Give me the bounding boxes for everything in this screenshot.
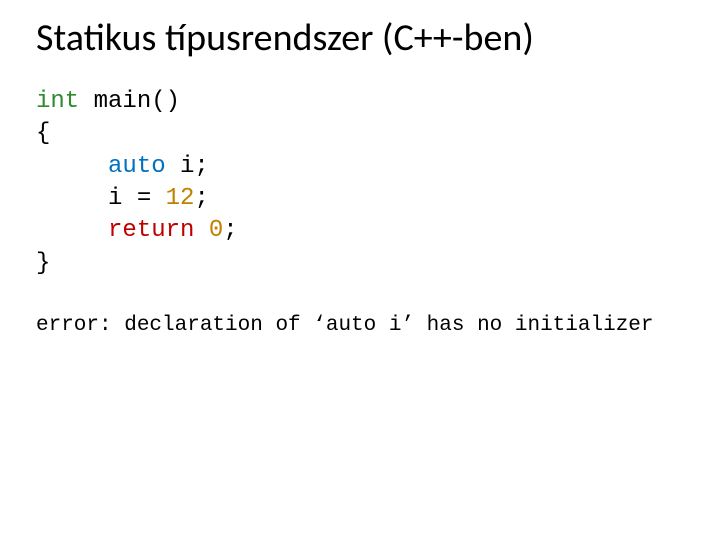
indent (36, 185, 108, 212)
semicolon: ; (223, 217, 237, 244)
main-signature: main() (79, 88, 180, 115)
decl-rest: i; (166, 153, 209, 180)
assign: i = (108, 185, 166, 212)
number-0: 0 (209, 217, 223, 244)
error-message: error: declaration of ‘auto i’ has no in… (36, 314, 692, 337)
slide: Statikus típusrendszer (C++-ben) int mai… (0, 0, 720, 540)
keyword-int: int (36, 88, 79, 115)
brace-open: { (36, 120, 50, 147)
semicolon: ; (194, 185, 208, 212)
code-block: int main() { auto i; i = 12; return 0; } (36, 86, 692, 280)
indent (36, 217, 108, 244)
number-12: 12 (166, 185, 195, 212)
space (194, 217, 208, 244)
keyword-return: return (108, 217, 194, 244)
keyword-auto: auto (108, 153, 166, 180)
indent (36, 153, 108, 180)
slide-title: Statikus típusrendszer (C++-ben) (36, 18, 692, 60)
brace-close: } (36, 250, 50, 277)
